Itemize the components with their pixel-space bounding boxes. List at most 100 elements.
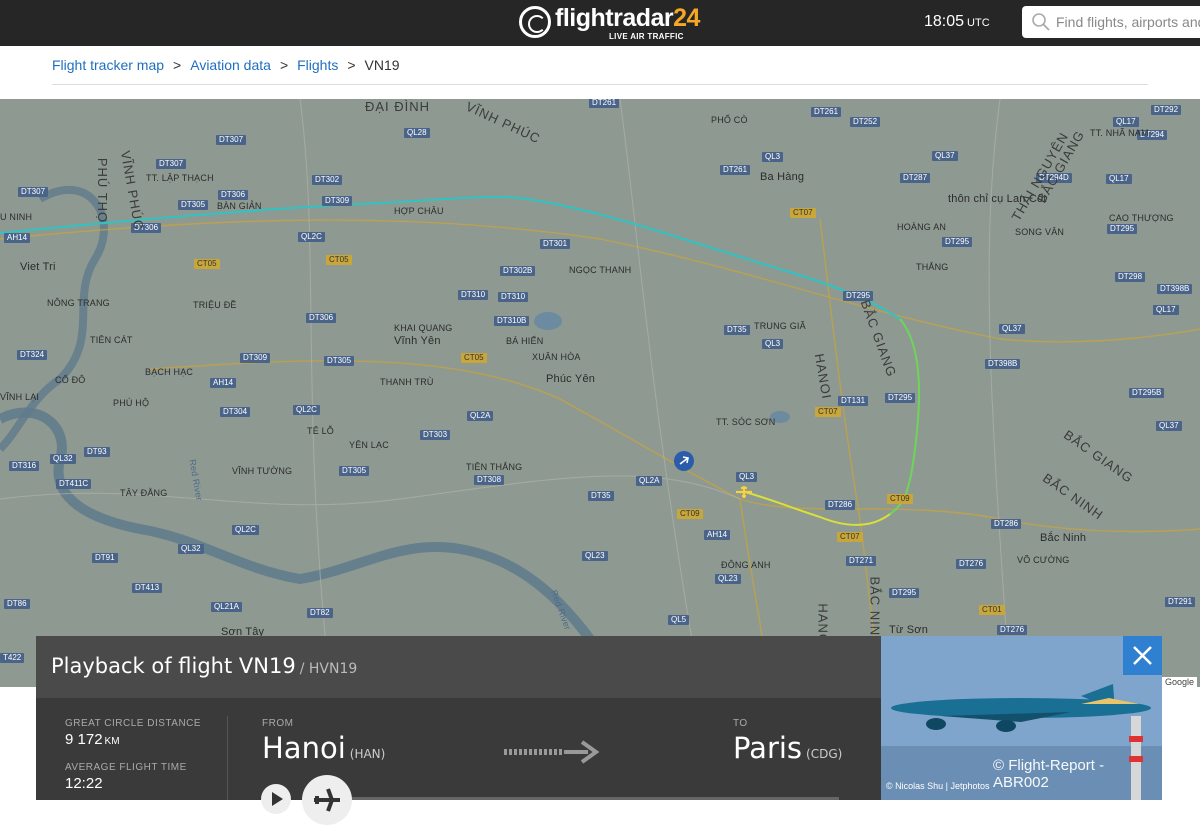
road-label: QL37 [1156, 421, 1182, 431]
destination-city[interactable]: Paris (CDG) [733, 731, 842, 765]
breadcrumb-current: VN19 [364, 57, 400, 73]
airplane-icon [314, 788, 340, 812]
place-label: THẮNG [916, 262, 949, 272]
place-label: HOÀNG AN [897, 222, 947, 232]
utc-clock: 18:05 UTC [924, 13, 990, 31]
play-icon [272, 792, 283, 806]
road-label: QL23 [582, 551, 608, 561]
road-label: DT301 [540, 239, 571, 249]
map-canvas [0, 99, 1200, 687]
road-label: AH14 [704, 530, 731, 540]
place-label: HỢP CHÂU [394, 206, 444, 216]
flight-stats: GREAT CIRCLE DISTANCE 9 172 KM AVERAGE FL… [65, 718, 201, 792]
origin-city[interactable]: Hanoi (HAN) [262, 731, 385, 765]
destination: TO Paris (CDG) [733, 718, 842, 765]
road-label: DT292 [1151, 105, 1182, 115]
road-label: CT09 [677, 509, 703, 519]
road-label: DT271 [846, 556, 877, 566]
road-label: QL32 [178, 544, 204, 554]
origin-code: (HAN) [349, 747, 386, 761]
road-label: DT93 [84, 447, 110, 457]
playback-scrubber-handle[interactable] [302, 775, 352, 825]
close-button[interactable] [1123, 636, 1162, 675]
road-label: QL17 [1106, 174, 1132, 184]
road-label: DT276 [997, 625, 1028, 635]
photo-credit[interactable]: © Nicolas Shu | Jetphotos [886, 781, 990, 791]
breadcrumb-aviation-data[interactable]: Aviation data [190, 57, 271, 73]
road-label: DT305 [324, 356, 355, 366]
close-icon [1133, 646, 1152, 665]
place-label: Phúc Yên [546, 373, 596, 385]
place-label: Bắc Ninh [1040, 532, 1087, 544]
from-label: FROM [262, 718, 294, 729]
road-label: DT286 [825, 500, 856, 510]
distance-label: GREAT CIRCLE DISTANCE [65, 718, 202, 729]
road-label: DT310 [498, 292, 529, 302]
to-label: TO [733, 718, 748, 729]
road-label: DT286 [991, 519, 1022, 529]
place-label: PHÚ HỘ [113, 398, 150, 408]
road-label: CT07 [815, 407, 841, 417]
major-roads [0, 218, 1200, 687]
road-label: CT07 [790, 208, 816, 218]
origin: FROM Hanoi (HAN) [262, 718, 385, 765]
playback-header: Playback of flight VN19/ HVN19 [36, 636, 881, 698]
region-label: ĐẠI ĐÌNH [365, 99, 431, 114]
airport-marker-icon [674, 451, 694, 471]
road-label: QL17 [1153, 305, 1179, 315]
road-label: QL2C [298, 232, 325, 242]
place-label: XUÂN HÒA [532, 352, 581, 362]
logo-text: flightradar24 [555, 4, 700, 32]
top-bar: flightradar24 LIVE AIR TRAFFIC 18:05 UTC … [0, 0, 1200, 46]
photo-watermark: © Flight-Report - ABR002 [993, 757, 1105, 791]
place-label: Ba Hàng [760, 171, 805, 183]
road-label: DT298 [1115, 272, 1146, 282]
road-label: DT307 [216, 135, 247, 145]
lake [534, 312, 562, 330]
place-label: Từ Sơn [889, 624, 929, 636]
playback-title: Playback of flight VN19 [51, 654, 296, 678]
region-label: PHÚ THỌ [95, 157, 111, 224]
road-label: QL23 [715, 574, 741, 584]
search-input[interactable]: Find flights, airports and more [1022, 6, 1200, 38]
place-label: BÁ HIẾN [506, 336, 544, 346]
flightradar24-logo[interactable]: flightradar24 LIVE AIR TRAFFIC [519, 4, 700, 41]
road-label: DT310B [494, 316, 530, 326]
road-label: DT398B [1157, 284, 1193, 294]
minor-roads [0, 99, 1011, 687]
map-attribution: Google [1162, 677, 1198, 687]
place-label: PHỐ CÒ [711, 115, 748, 125]
road-label: QL32 [50, 454, 76, 464]
place-label: VĨNH LẠI [0, 392, 40, 402]
place-label: CAO THƯỢNG [1109, 213, 1174, 223]
place-label: THANH TRÙ [380, 377, 434, 387]
place-label: BÀN GIẢN [217, 201, 262, 211]
road-label: DT398B [985, 359, 1021, 369]
road-label: QL2A [636, 476, 663, 486]
road-label: CT09 [887, 494, 913, 504]
place-label: KHAI QUANG [394, 323, 453, 333]
road-label: DT82 [307, 608, 333, 618]
place-label: VĨNH TƯỜNG [232, 466, 293, 476]
road-label: DT91 [92, 553, 118, 563]
road-label: DT309 [240, 353, 271, 363]
road-label: DT261 [720, 165, 751, 175]
road-label: T422 [0, 653, 25, 663]
place-label: TT. SÓC SƠN [716, 417, 776, 427]
place-label: TÂY ĐẰNG [120, 488, 168, 498]
place-label: BẠCH HẠC [145, 367, 194, 377]
breadcrumb-flights[interactable]: Flights [297, 57, 338, 73]
place-label: Viet Tri [20, 261, 56, 273]
flight-map[interactable]: AH14 DT307 DT307 DT307 QL28 DT306 DT305 … [0, 99, 1200, 687]
breadcrumb-flight-tracker-map[interactable]: Flight tracker map [52, 57, 164, 73]
road-label: CT05 [461, 353, 487, 363]
aircraft-photo[interactable]: © Flight-Report - ABR002 © Nicolas Shu |… [881, 636, 1162, 800]
road-label: DT295 [942, 237, 973, 247]
road-label: DT252 [850, 117, 881, 127]
road-label: QL37 [999, 324, 1025, 334]
place-label: ĐÔNG ANH [721, 560, 771, 570]
place-label: TT. NHÃ NAM [1090, 128, 1149, 138]
road-label: DT411C [56, 479, 92, 489]
play-button[interactable] [261, 784, 291, 814]
road-label: DT287 [900, 173, 931, 183]
